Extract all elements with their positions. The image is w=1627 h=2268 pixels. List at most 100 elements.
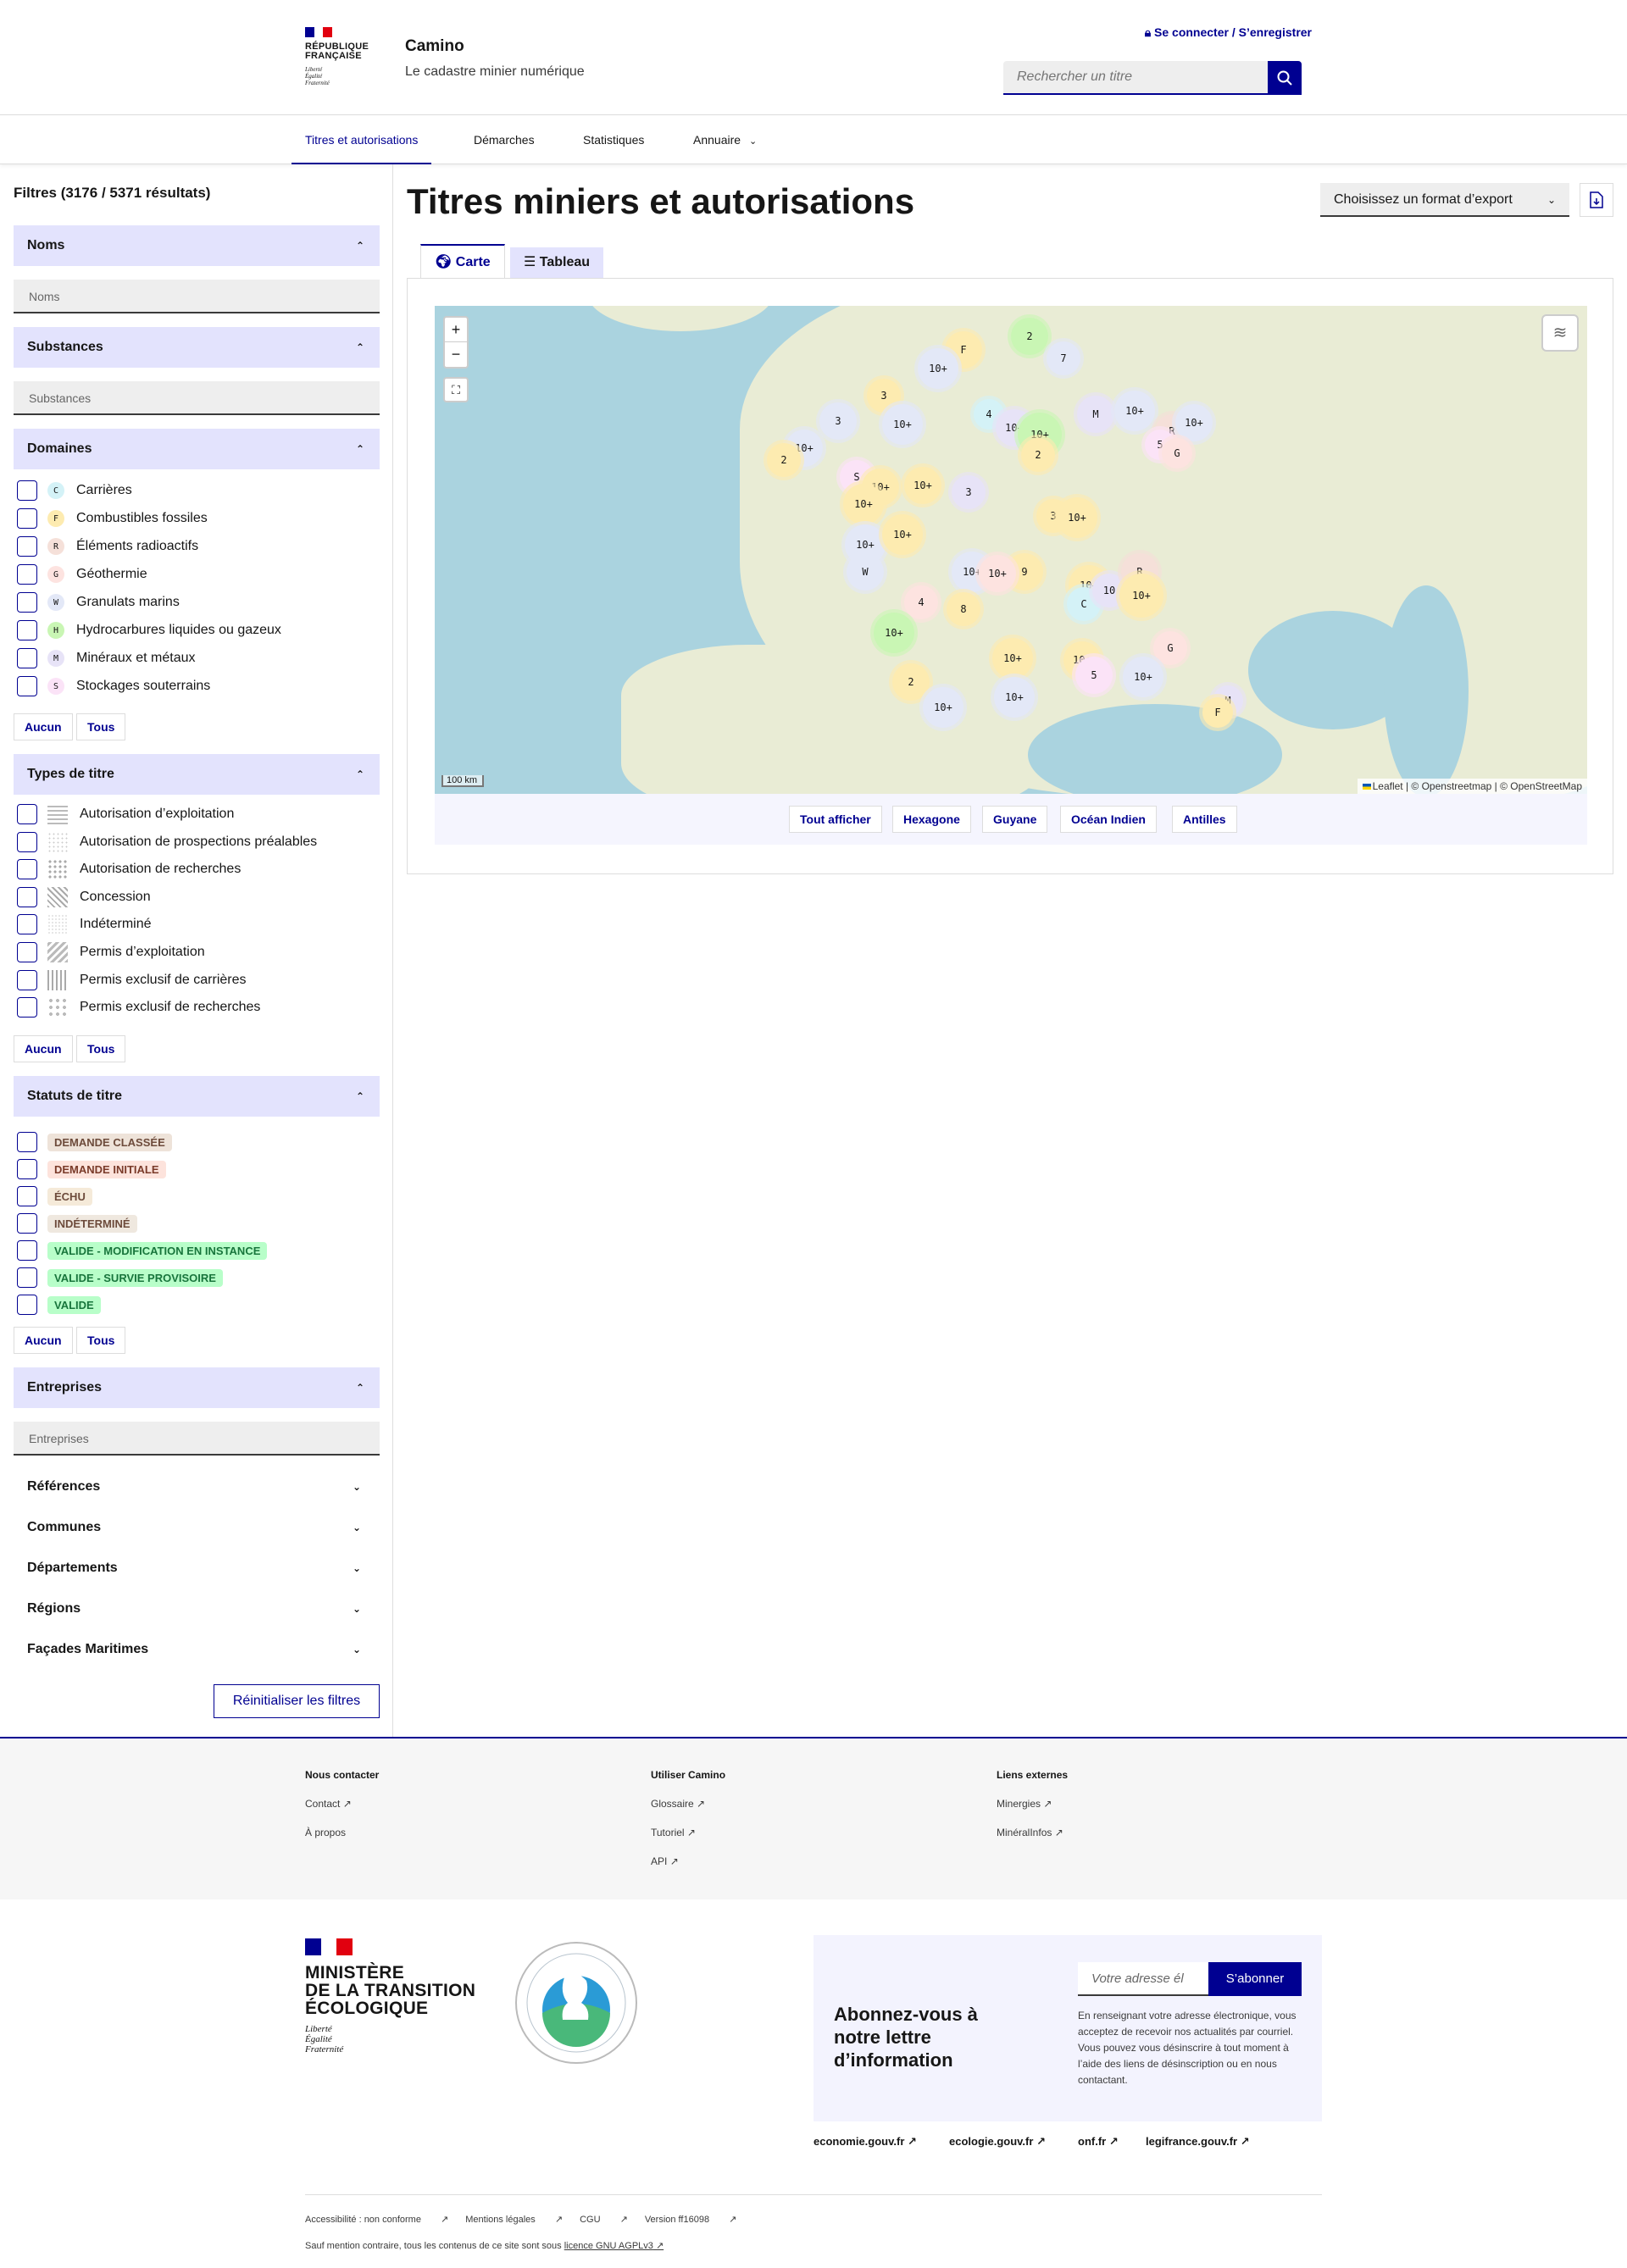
map-cluster-marker[interactable]: 8	[947, 592, 980, 626]
map-cluster-marker[interactable]: 5	[1075, 657, 1113, 694]
noms-input[interactable]: Noms	[14, 280, 380, 313]
checkbox[interactable]	[17, 1267, 37, 1288]
statuts-all-button[interactable]: Tous	[76, 1327, 126, 1354]
newsletter-email-input[interactable]: Votre adresse él	[1078, 1962, 1208, 1996]
newsletter-subscribe-button[interactable]: S’abonner	[1208, 1962, 1302, 1996]
statut-option[interactable]: Demande classée	[17, 1132, 172, 1152]
map-cluster-marker[interactable]: 10+	[843, 484, 884, 524]
map-cluster-marker[interactable]: 10+	[1119, 574, 1163, 618]
domaine-option[interactable]: F Combustibles fossiles	[17, 508, 208, 529]
checkbox[interactable]	[17, 914, 37, 935]
download-button[interactable]	[1580, 183, 1613, 217]
map-cluster-marker[interactable]: 10+	[979, 555, 1016, 592]
zoom-out-button[interactable]: −	[445, 342, 467, 367]
statuts-none-button[interactable]: Aucun	[14, 1327, 73, 1354]
statut-option[interactable]: Demande initiale	[17, 1159, 166, 1179]
entreprises-input[interactable]: Entreprises	[14, 1422, 380, 1456]
map-cluster-marker[interactable]: 10+	[1114, 391, 1155, 431]
type-option[interactable]: Autorisation de recherches	[17, 859, 241, 880]
checkbox[interactable]	[17, 997, 37, 1018]
legal-link-cgu[interactable]: CGU ↗	[580, 2214, 636, 2225]
republique-francaise-logo[interactable]: RÉPUBLIQUE FRANÇAISE Liberté Égalité Frater…	[305, 27, 398, 86]
footer-link-tutoriel[interactable]: Tutoriel ↗	[651, 1827, 725, 1838]
statut-option[interactable]: Valide - modification en instance	[17, 1240, 268, 1261]
gov-link-economie[interactable]: economie.gouv.fr ↗	[814, 2135, 917, 2149]
accordion-collapsed[interactable]: Façades Maritimes ⌄	[27, 1642, 361, 1657]
map-cluster-marker[interactable]: 2	[1011, 318, 1048, 355]
footer-link-mineralinfos[interactable]: MinéralInfos ↗	[997, 1827, 1068, 1838]
map-cluster-marker[interactable]: G	[1153, 631, 1187, 665]
checkbox[interactable]	[17, 1213, 37, 1234]
map-cluster-marker[interactable]: 10+	[1123, 657, 1163, 697]
substances-input[interactable]: Substances	[14, 381, 380, 415]
map-cluster-marker[interactable]: 2	[767, 443, 801, 477]
checkbox[interactable]	[17, 1159, 37, 1179]
statut-option[interactable]: Échu	[17, 1186, 92, 1206]
type-option[interactable]: Indéterminé	[17, 914, 152, 935]
checkbox[interactable]	[17, 648, 37, 668]
fullscreen-icon[interactable]: ⛶	[443, 377, 469, 402]
map-cluster-marker[interactable]: 10+	[992, 638, 1033, 679]
type-option[interactable]: Autorisation d’exploitation	[17, 804, 234, 824]
checkbox[interactable]	[17, 1295, 37, 1315]
map-cluster-marker[interactable]: 10+	[918, 348, 958, 389]
legal-link-mentions[interactable]: Mentions légales ↗	[465, 2214, 571, 2225]
accordion-collapsed[interactable]: Communes ⌄	[27, 1520, 361, 1535]
map[interactable]: F 2 7 10+ 3 3 10+ 4 10+ 10+ M 10+ R 10+ 5 G 2 10+ 2 S 10+ 10+…	[435, 306, 1587, 794]
map-cluster-marker[interactable]: F	[1202, 697, 1233, 728]
checkbox[interactable]	[17, 804, 37, 824]
export-format-select[interactable]: Choisissez un format d’export ⌄	[1320, 183, 1569, 217]
login-link[interactable]: 🔒︎ Se connecter / S’enregistrer	[1145, 25, 1312, 40]
map-cluster-marker[interactable]: 2	[892, 663, 930, 701]
footer-link-minergies[interactable]: Minergies ↗	[997, 1798, 1068, 1810]
map-cluster-marker[interactable]: 10+	[1057, 497, 1097, 538]
service-title-block[interactable]: Camino Le cadastre minier numérique	[405, 37, 585, 80]
layers-icon[interactable]: ≋	[1541, 314, 1579, 352]
domaine-option[interactable]: C Carrières	[17, 480, 132, 501]
map-button-tout-afficher[interactable]: Tout afficher	[789, 806, 882, 833]
map-cluster-marker[interactable]: 10+	[882, 514, 923, 555]
checkbox[interactable]	[17, 1132, 37, 1152]
tab-carte[interactable]: 🌍︎ Carte	[420, 244, 505, 278]
checkbox[interactable]	[17, 676, 37, 696]
map-cluster-marker[interactable]: 3	[952, 475, 986, 509]
checkbox[interactable]	[17, 480, 37, 501]
statut-option[interactable]: Valide	[17, 1295, 101, 1315]
domaine-option[interactable]: S Stockages souterrains	[17, 676, 210, 696]
map-cluster-marker[interactable]: 4	[904, 585, 938, 619]
gov-link-onf[interactable]: onf.fr ↗	[1078, 2135, 1119, 2149]
search-input[interactable]	[1003, 61, 1268, 95]
map-button-guyane[interactable]: Guyane	[982, 806, 1048, 833]
domaine-option[interactable]: H Hydrocarbures liquides ou gazeux	[17, 620, 281, 640]
footer-link-contact[interactable]: Contact ↗	[305, 1798, 379, 1810]
checkbox[interactable]	[17, 508, 37, 529]
tab-tableau[interactable]: ☰ Tableau	[510, 247, 604, 278]
map-cluster-marker[interactable]: 10+	[994, 677, 1035, 718]
search-button[interactable]	[1268, 61, 1302, 95]
accordion-entreprises[interactable]: Entreprises ⌃	[14, 1367, 380, 1408]
nav-titres[interactable]: Titres et autorisations	[292, 115, 432, 164]
map-cluster-marker[interactable]: W	[847, 553, 884, 591]
domaine-option[interactable]: R Éléments radioactifs	[17, 536, 198, 557]
nav-demarches[interactable]: Démarches	[474, 115, 535, 164]
footer-link-api[interactable]: API ↗	[651, 1855, 725, 1867]
map-button-antilles[interactable]: Antilles	[1172, 806, 1237, 833]
checkbox[interactable]	[17, 1186, 37, 1206]
accordion-collapsed[interactable]: Départements ⌄	[27, 1561, 361, 1576]
domaine-option[interactable]: W Granulats marins	[17, 592, 180, 613]
accordion-noms[interactable]: Noms ⌃	[14, 225, 380, 266]
checkbox[interactable]	[17, 1240, 37, 1261]
map-cluster-marker[interactable]: 2	[1021, 438, 1055, 472]
type-option[interactable]: Permis exclusif de recherches	[17, 997, 260, 1018]
map-button-hexagone[interactable]: Hexagone	[892, 806, 971, 833]
map-attribution[interactable]: Leaflet | © Openstreetmap | © OpenStreet…	[1357, 779, 1587, 794]
checkbox[interactable]	[17, 942, 37, 962]
map-cluster-marker[interactable]: 3	[819, 402, 857, 440]
accordion-substances[interactable]: Substances ⌃	[14, 327, 380, 368]
type-option[interactable]: Autorisation de prospections préalables	[17, 831, 317, 852]
map-cluster-marker[interactable]: M	[1077, 396, 1114, 433]
checkbox[interactable]	[17, 859, 37, 880]
gov-link-legifrance[interactable]: legifrance.gouv.fr ↗	[1146, 2135, 1250, 2149]
checkbox[interactable]	[17, 886, 37, 907]
map-cluster-marker[interactable]: 10+	[882, 404, 923, 445]
